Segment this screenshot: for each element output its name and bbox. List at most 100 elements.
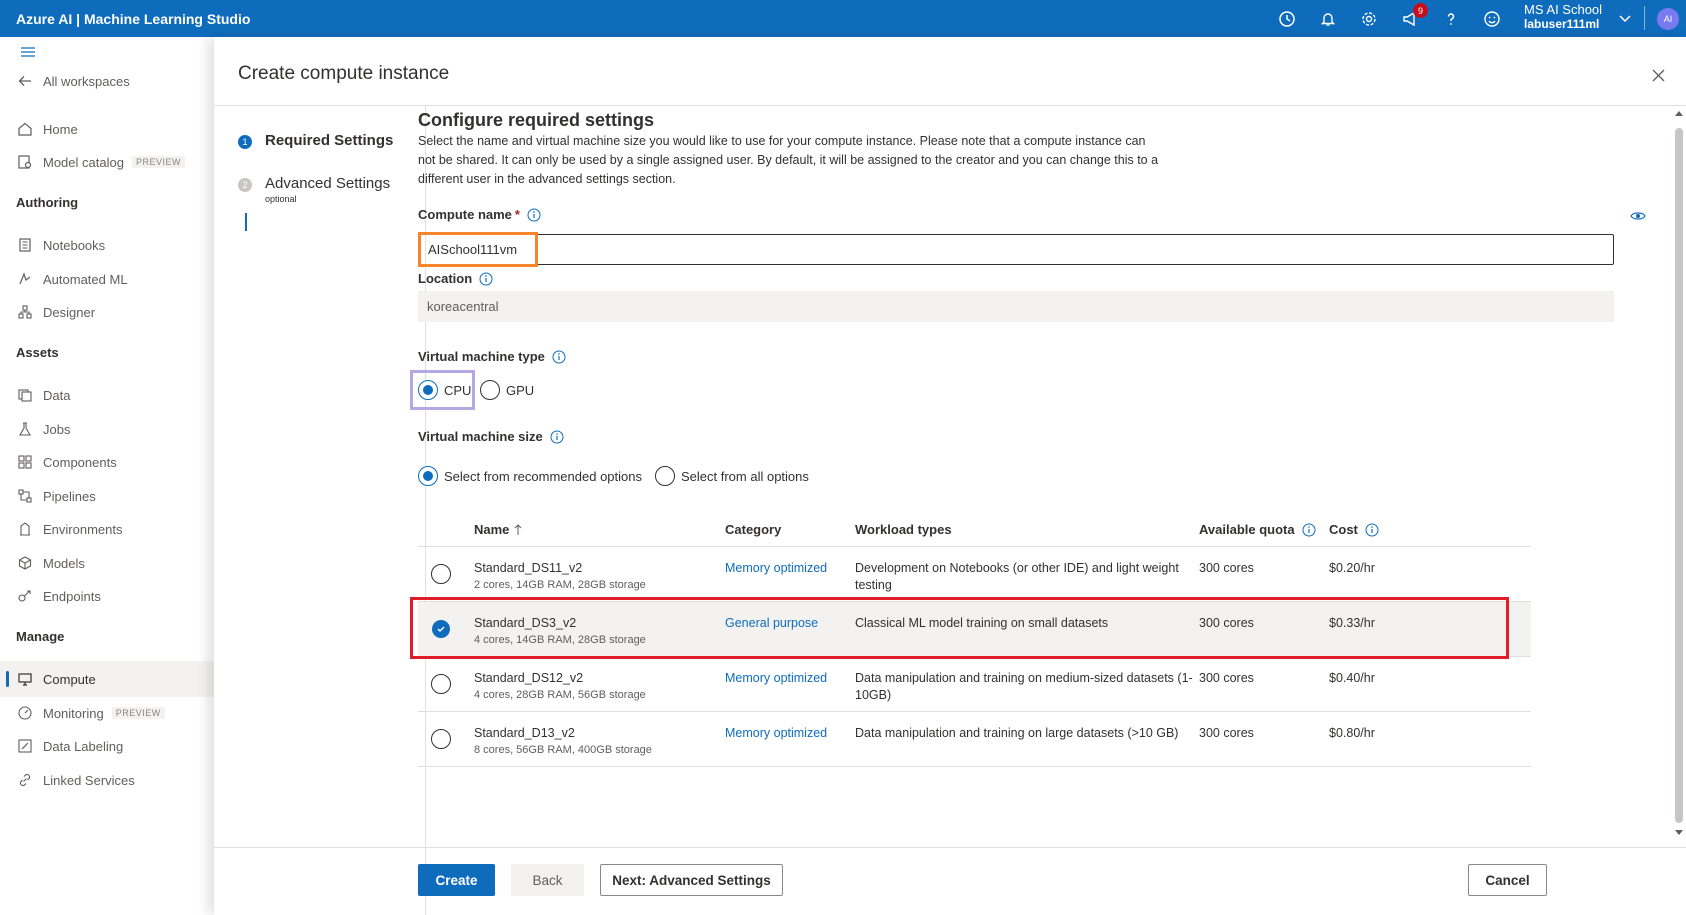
category-link[interactable]: Memory optimized <box>725 560 827 577</box>
column-header-quota[interactable]: Available quota <box>1199 522 1316 537</box>
flask-icon <box>17 421 33 437</box>
sidebar-item-label: Environments <box>43 521 123 537</box>
radio-button[interactable] <box>480 380 500 400</box>
chevron-down-icon[interactable] <box>1618 11 1632 25</box>
info-icon[interactable] <box>552 350 566 364</box>
sidebar-item-label: Components <box>43 454 117 470</box>
announcement-icon[interactable]: 9 <box>1389 0 1430 37</box>
recent-icon[interactable] <box>1266 0 1307 37</box>
sidebar-item-monitoring[interactable]: Monitoring PREVIEW <box>0 695 214 731</box>
sidebar-item-compute[interactable]: Compute <box>0 661 214 697</box>
account-info[interactable]: MS AI School labuser111ml <box>1524 0 1602 37</box>
label-text: Location <box>418 271 473 286</box>
vm-name-cell: Standard_D13_v2 8 cores, 56GB RAM, 400GB … <box>474 725 652 759</box>
scroll-thumb[interactable] <box>1675 128 1683 823</box>
scroll-up-icon[interactable] <box>1675 110 1683 116</box>
sidebar-item-automated-ml[interactable]: Automated ML <box>0 261 214 297</box>
back-to-workspaces[interactable]: All workspaces <box>0 63 214 99</box>
next-advanced-settings-button[interactable]: Next: Advanced Settings <box>600 864 783 896</box>
back-button[interactable]: Back <box>511 864 584 896</box>
compute-name-input[interactable] <box>418 234 1614 265</box>
cancel-button[interactable]: Cancel <box>1468 864 1547 896</box>
column-header-name[interactable]: Name <box>474 522 522 537</box>
link-icon <box>17 772 33 788</box>
create-compute-panel: Create compute instance 1 Required Setti… <box>214 37 1686 915</box>
category-link[interactable]: Memory optimized <box>725 670 827 687</box>
sidebar-item-linked-services[interactable]: Linked Services <box>0 762 214 798</box>
hamburger-menu-icon[interactable] <box>20 45 36 59</box>
sidebar-item-components[interactable]: Components <box>0 444 214 480</box>
sidebar-item-designer[interactable]: Designer <box>0 294 214 330</box>
compute-name-field[interactable] <box>419 235 1613 264</box>
monitor-icon <box>17 671 33 687</box>
sidebar-item-label: Home <box>43 121 78 137</box>
sidebar-item-label: Data Labeling <box>43 738 124 754</box>
radio-button[interactable] <box>418 380 438 400</box>
feedback-smiley-icon[interactable] <box>1471 0 1512 37</box>
column-header-category[interactable]: Category <box>725 522 781 537</box>
row-radio[interactable] <box>431 674 451 694</box>
scrollbar[interactable] <box>1672 106 1686 846</box>
workload-cell: Data manipulation and training on medium… <box>855 671 1193 702</box>
form-heading: Configure required settings <box>418 110 655 130</box>
radio-button[interactable] <box>655 466 675 486</box>
sidebar-item-label: Data <box>43 387 71 403</box>
required-marker: * <box>514 207 520 222</box>
bell-icon[interactable] <box>1307 0 1348 37</box>
table-row[interactable]: Standard_DS12_v2 4 cores, 28GB RAM, 56GB … <box>418 657 1531 712</box>
table-row[interactable]: Standard_DS11_v2 2 cores, 14GB RAM, 28GB … <box>418 547 1531 602</box>
scroll-down-icon[interactable] <box>1675 830 1683 836</box>
cost-cell: $0.40/hr <box>1329 671 1375 685</box>
vm-name: Standard_DS11_v2 <box>474 561 583 575</box>
sidebar-item-model-catalog[interactable]: Model catalog PREVIEW <box>0 144 214 180</box>
vm-type-cpu-radio[interactable]: CPU <box>418 380 471 400</box>
sidebar-item-notebooks[interactable]: Notebooks <box>0 227 214 263</box>
info-icon[interactable] <box>550 430 564 444</box>
vm-size-recommended-radio[interactable]: Select from recommended options <box>418 466 642 486</box>
sidebar-item-label: Compute <box>43 671 96 687</box>
sidebar-item-data-labeling[interactable]: Data Labeling <box>0 728 214 764</box>
sidebar-item-endpoints[interactable]: Endpoints <box>0 578 214 614</box>
sidebar-item-environments[interactable]: Environments <box>0 511 214 547</box>
divider <box>1644 6 1645 30</box>
radio-label: GPU <box>506 382 535 398</box>
close-icon[interactable] <box>1652 69 1665 82</box>
sidebar-item-data[interactable]: Data <box>0 377 214 413</box>
info-icon[interactable] <box>527 208 541 222</box>
info-icon[interactable] <box>479 272 493 286</box>
category-link[interactable]: Memory optimized <box>725 725 827 742</box>
location-label: Location <box>418 271 493 286</box>
compute-name-label: Compute name * <box>418 207 541 222</box>
sidebar-item-label: Models <box>43 555 85 571</box>
cube-icon <box>17 555 33 571</box>
row-radio[interactable] <box>431 729 451 749</box>
gear-icon[interactable] <box>1348 0 1389 37</box>
sidebar-item-home[interactable]: Home <box>0 111 214 147</box>
quota-cell: 300 cores <box>1199 726 1254 740</box>
header-text: Cost <box>1329 522 1358 537</box>
top-bar: Azure AI | Machine Learning Studio 9 MS … <box>0 0 1686 37</box>
info-icon[interactable] <box>1365 523 1379 537</box>
form-description: Select the name and virtual machine size… <box>418 134 1159 186</box>
create-button[interactable]: Create <box>418 864 495 896</box>
vm-size-all-radio[interactable]: Select from all options <box>655 466 809 486</box>
radio-button[interactable] <box>418 466 438 486</box>
help-icon[interactable] <box>1430 0 1471 37</box>
sidebar-item-jobs[interactable]: Jobs <box>0 411 214 447</box>
sidebar-item-models[interactable]: Models <box>0 545 214 581</box>
column-header-workload[interactable]: Workload types <box>855 522 952 537</box>
column-header-cost[interactable]: Cost <box>1329 522 1379 537</box>
label-text: Virtual machine size <box>418 429 543 444</box>
eye-icon[interactable] <box>1630 210 1646 222</box>
vm-type-label: Virtual machine type <box>418 349 566 364</box>
sidebar-item-pipelines[interactable]: Pipelines <box>0 478 214 514</box>
vm-specs: 2 cores, 14GB RAM, 28GB storage <box>474 579 646 591</box>
avatar[interactable]: AI <box>1657 8 1679 30</box>
info-icon[interactable] <box>1302 523 1316 537</box>
arrow-left-icon <box>17 73 33 89</box>
app-title[interactable]: Azure AI | Machine Learning Studio <box>16 11 250 27</box>
vm-type-gpu-radio[interactable]: GPU <box>480 380 534 400</box>
row-radio[interactable] <box>431 564 451 584</box>
table-row[interactable]: Standard_D13_v2 8 cores, 56GB RAM, 400GB … <box>418 712 1531 767</box>
gauge-icon <box>17 705 33 721</box>
